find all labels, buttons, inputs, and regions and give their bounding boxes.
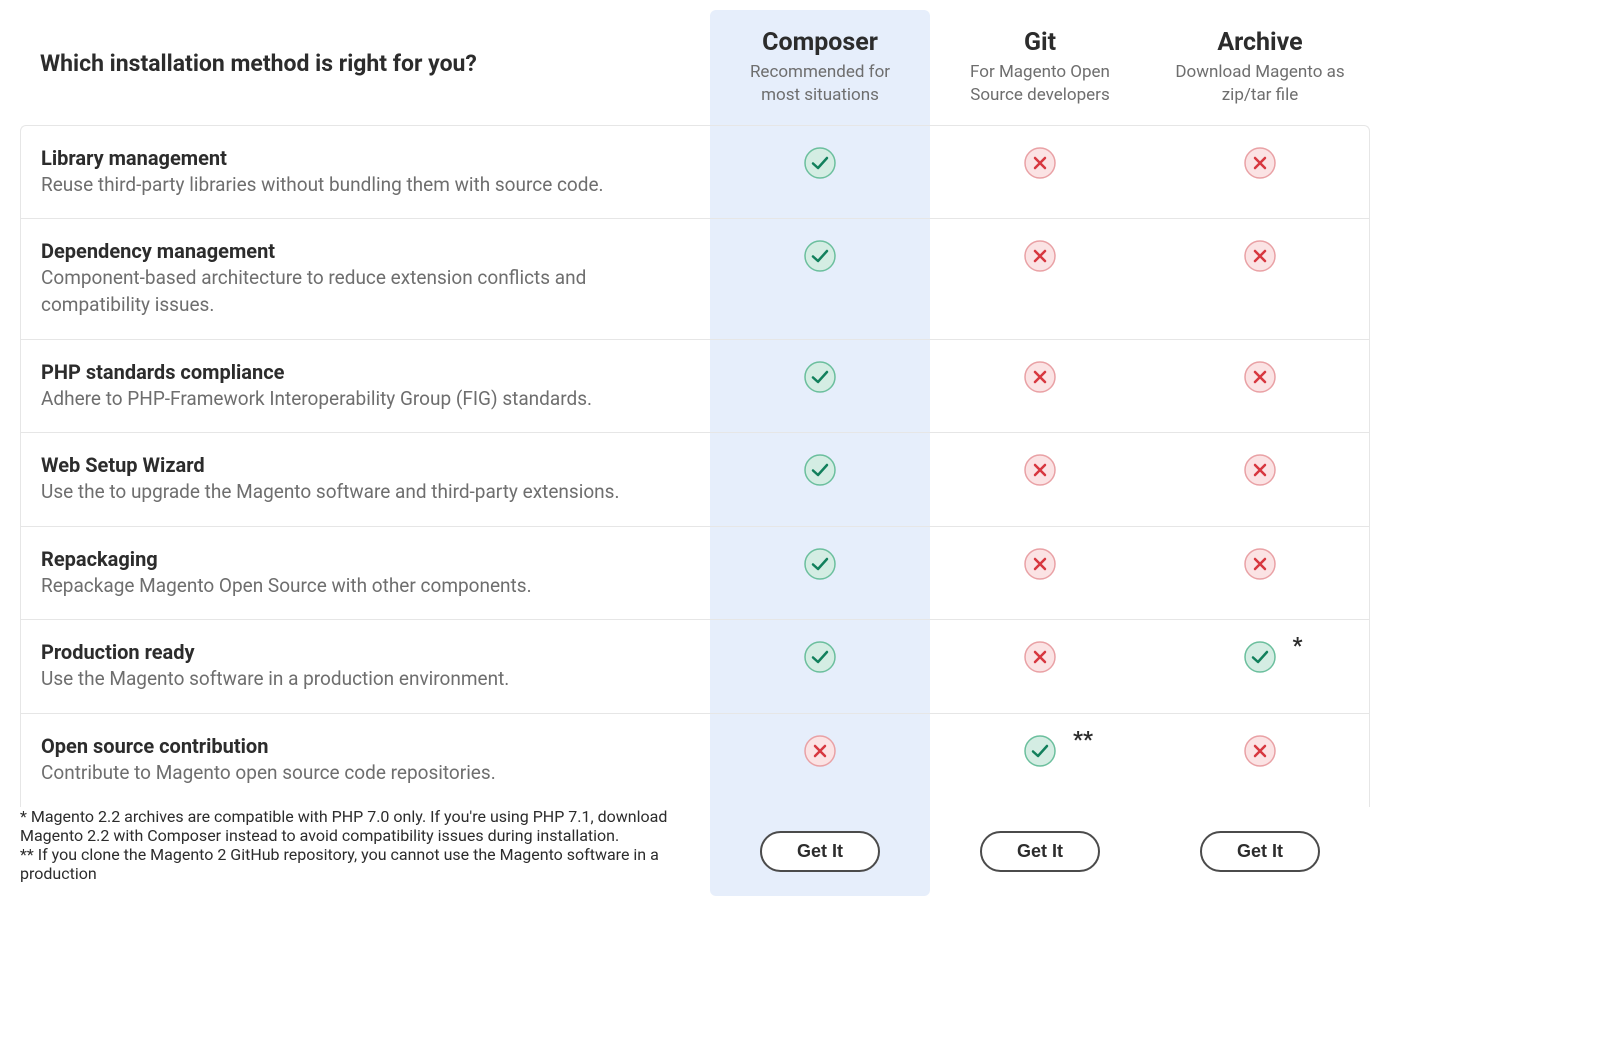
value-cell xyxy=(1150,218,1370,338)
feature-cell: RepackagingRepackage Magento Open Source… xyxy=(20,526,710,620)
feature-cell: Web Setup WizardUse the to upgrade the M… xyxy=(20,432,710,526)
feature-title: Open source contribution xyxy=(41,734,690,758)
cross-icon xyxy=(1243,453,1277,487)
check-icon xyxy=(803,360,837,394)
cross-icon xyxy=(1023,360,1057,394)
column-subtitle: Download Magento as zip/tar file xyxy=(1172,61,1348,107)
check-icon xyxy=(803,453,837,487)
button-cell: Get It xyxy=(930,807,1150,896)
cross-icon xyxy=(1243,146,1277,180)
feature-desc: Repackage Magento Open Source with other… xyxy=(41,573,690,600)
cross-icon xyxy=(1023,453,1057,487)
value-cell xyxy=(930,125,1150,219)
check-icon xyxy=(803,640,837,674)
check-icon xyxy=(803,547,837,581)
value-cell xyxy=(930,619,1150,713)
value-cell xyxy=(710,526,930,620)
column-title: Composer xyxy=(732,28,908,57)
cross-icon xyxy=(1243,547,1277,581)
feature-cell: Open source contributionContribute to Ma… xyxy=(20,713,710,807)
value-cell xyxy=(1150,713,1370,807)
column-header: Composer Recommended for most situations xyxy=(710,10,930,125)
footnotes: * Magento 2.2 archives are compatible wi… xyxy=(20,807,710,896)
feature-title: Web Setup Wizard xyxy=(41,453,690,477)
value-cell xyxy=(930,526,1150,620)
get-it-button[interactable]: Get It xyxy=(760,831,880,872)
feature-title: Dependency management xyxy=(41,239,690,263)
value-cell xyxy=(710,619,930,713)
feature-cell: Production readyUse the Magento software… xyxy=(20,619,710,713)
column-header: Archive Download Magento as zip/tar file xyxy=(1150,10,1370,125)
check-icon xyxy=(1243,640,1277,674)
cross-icon xyxy=(1243,734,1277,768)
footnote-mark: ** xyxy=(1073,728,1093,753)
feature-desc: Use the Magento software in a production… xyxy=(41,666,690,693)
feature-desc: Use the to upgrade the Magento software … xyxy=(41,479,690,506)
feature-desc: Component-based architecture to reduce e… xyxy=(41,265,690,318)
column-subtitle: Recommended for most situations xyxy=(732,61,908,107)
footnote-line: ** If you clone the Magento 2 GitHub rep… xyxy=(20,845,710,883)
feature-cell: PHP standards complianceAdhere to PHP-Fr… xyxy=(20,339,710,433)
get-it-button[interactable]: Get It xyxy=(980,831,1100,872)
value-cell xyxy=(1150,526,1370,620)
cross-icon xyxy=(1243,360,1277,394)
check-icon xyxy=(1023,734,1057,768)
footnote-line: * Magento 2.2 archives are compatible wi… xyxy=(20,807,710,845)
feature-title: Production ready xyxy=(41,640,690,664)
check-icon xyxy=(803,146,837,180)
check-icon xyxy=(803,239,837,273)
cross-icon xyxy=(1023,640,1057,674)
value-cell xyxy=(710,432,930,526)
feature-desc: Adhere to PHP-Framework Interoperability… xyxy=(41,386,690,413)
value-cell xyxy=(930,432,1150,526)
value-cell xyxy=(1150,432,1370,526)
value-cell xyxy=(930,218,1150,338)
value-cell xyxy=(930,339,1150,433)
cross-icon xyxy=(803,734,837,768)
value-cell xyxy=(710,339,930,433)
feature-title: PHP standards compliance xyxy=(41,360,690,384)
cross-icon xyxy=(1243,239,1277,273)
value-cell: ** xyxy=(930,713,1150,807)
value-cell xyxy=(710,125,930,219)
cross-icon xyxy=(1023,239,1057,273)
value-cell xyxy=(710,713,930,807)
cross-icon xyxy=(1023,146,1057,180)
feature-cell: Library managementReuse third-party libr… xyxy=(20,125,710,219)
page-title: Which installation method is right for y… xyxy=(20,10,710,125)
column-title: Git xyxy=(952,28,1128,57)
feature-cell: Dependency managementComponent-based arc… xyxy=(20,218,710,338)
button-cell: Get It xyxy=(1150,807,1370,896)
footnote-mark: * xyxy=(1293,634,1303,659)
column-header: Git For Magento Open Source developers xyxy=(930,10,1150,125)
feature-title: Library management xyxy=(41,146,690,170)
feature-desc: Contribute to Magento open source code r… xyxy=(41,760,690,787)
get-it-button[interactable]: Get It xyxy=(1200,831,1320,872)
feature-title: Repackaging xyxy=(41,547,690,571)
column-subtitle: For Magento Open Source developers xyxy=(952,61,1128,107)
value-cell xyxy=(1150,125,1370,219)
value-cell xyxy=(1150,339,1370,433)
column-title: Archive xyxy=(1172,28,1348,57)
feature-desc: Reuse third-party libraries without bund… xyxy=(41,172,690,199)
button-cell: Get It xyxy=(710,807,930,896)
value-cell xyxy=(710,218,930,338)
cross-icon xyxy=(1023,547,1057,581)
value-cell: * xyxy=(1150,619,1370,713)
